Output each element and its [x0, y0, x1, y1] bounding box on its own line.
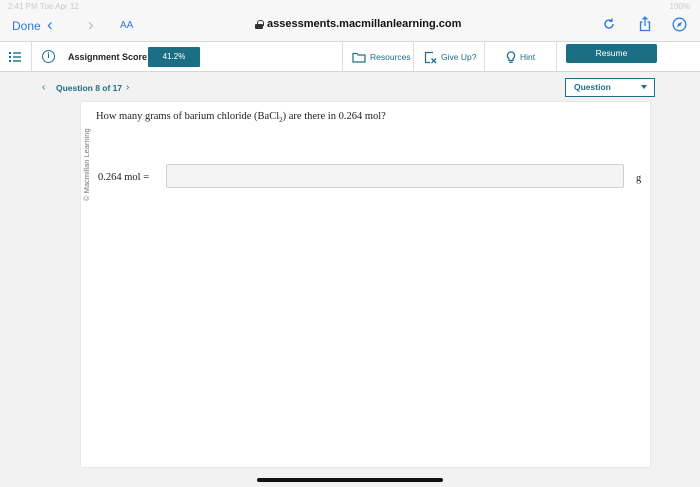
text-size-button[interactable]: AA — [120, 20, 133, 31]
answer-label: 0.264 mol = — [98, 172, 150, 183]
hint-label: Hint — [520, 52, 536, 62]
list-icon[interactable] — [8, 50, 22, 64]
status-battery: 100% — [669, 2, 690, 11]
question-view-select-value: Question — [574, 82, 611, 92]
share-icon[interactable] — [636, 15, 654, 33]
home-indicator — [257, 478, 443, 482]
lightbulb-icon — [506, 50, 516, 63]
question-prompt: How many grams of barium chloride (BaCl2… — [96, 111, 386, 125]
caret-down-icon — [641, 85, 647, 89]
reload-icon[interactable] — [600, 15, 618, 33]
assignment-toolbar: i Assignment Score: 41.2% Resources Give… — [0, 42, 700, 72]
assignment-score-value: 41.2% — [148, 47, 200, 67]
unit-label: g — [636, 173, 642, 184]
lock-icon — [255, 19, 264, 29]
resources-label: Resources — [370, 52, 411, 62]
copyright-text: © Macmillan Learning — [82, 128, 91, 201]
question-card — [81, 102, 650, 467]
browser-toolbar: 2:41 PM Tue Apr 12 100% Done ‹ › AA asse… — [0, 0, 700, 42]
toolbar-divider — [342, 42, 343, 72]
give-up-icon — [424, 51, 437, 63]
browser-back-button[interactable]: ‹ — [47, 15, 53, 35]
question-view-select[interactable]: Question — [565, 78, 655, 97]
answer-input[interactable] — [166, 164, 624, 188]
browser-forward-button[interactable]: › — [88, 15, 94, 35]
hint-button[interactable]: Hint — [506, 48, 535, 66]
folder-icon — [352, 52, 366, 63]
give-up-label: Give Up? — [441, 52, 477, 62]
toolbar-divider — [31, 42, 32, 72]
done-button[interactable]: Done — [12, 19, 41, 33]
copyright-notice: © Macmillan Learning — [82, 119, 94, 201]
question-counter: Question 8 of 17 — [56, 83, 123, 93]
toolbar-divider — [413, 42, 414, 72]
assignment-score-label: Assignment Score: — [68, 52, 151, 62]
status-time: 2:41 PM Tue Apr 12 — [8, 2, 79, 11]
toolbar-divider — [484, 42, 485, 72]
url-text: assessments.macmillanlearning.com — [267, 18, 462, 30]
info-icon[interactable]: i — [42, 50, 55, 63]
give-up-button[interactable]: Give Up? — [424, 48, 476, 66]
next-question-button[interactable]: › — [126, 82, 129, 93]
compass-icon[interactable] — [670, 15, 688, 33]
resources-button[interactable]: Resources — [352, 48, 411, 66]
toolbar-divider — [556, 42, 557, 72]
resume-button[interactable]: Resume — [566, 44, 657, 63]
address-bar[interactable]: assessments.macmillanlearning.com — [255, 18, 461, 30]
previous-question-button[interactable]: ‹ — [42, 82, 45, 93]
